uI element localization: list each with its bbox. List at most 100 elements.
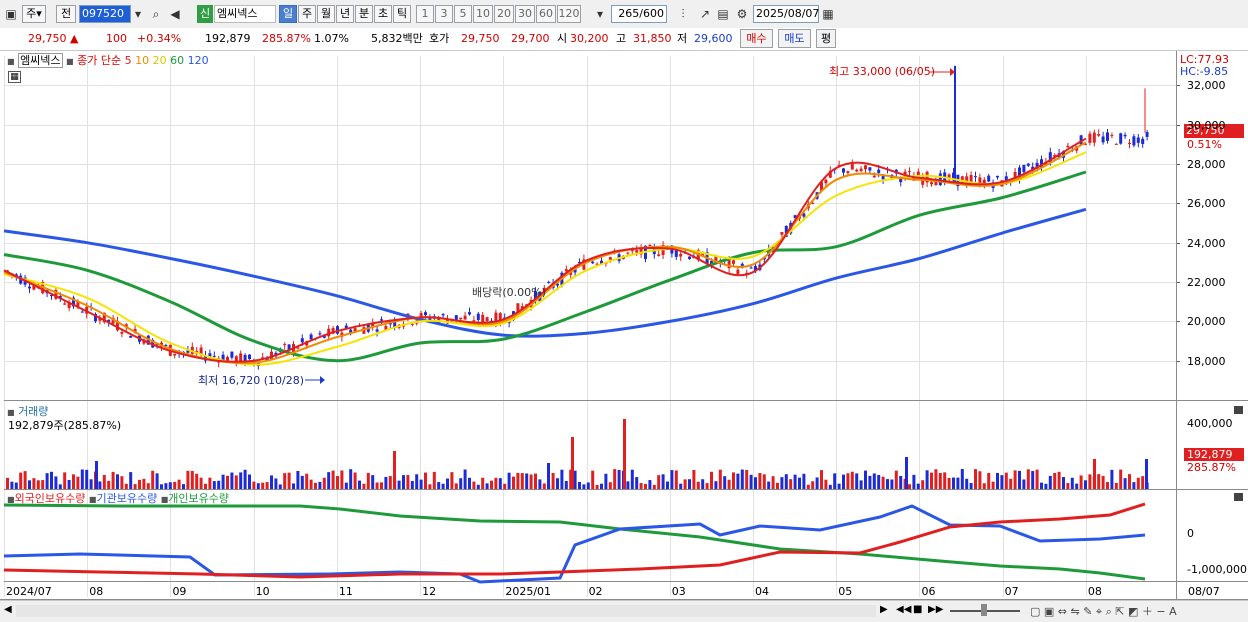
window-menu-icon[interactable]: ▣ xyxy=(2,5,20,23)
volume-bar xyxy=(899,476,903,489)
volume-bar xyxy=(116,474,119,489)
volume-bar xyxy=(124,483,128,489)
search-icon[interactable]: ⌕ xyxy=(147,5,165,23)
stop-icon[interactable]: ■ xyxy=(913,604,922,615)
interval-button-20[interactable]: 20 xyxy=(494,5,514,23)
volume-bar xyxy=(67,479,71,489)
fast-forward-icon[interactable]: ▶▶ xyxy=(928,604,943,615)
data-table-icon[interactable]: ▦ xyxy=(8,71,21,83)
interval-button-3[interactable]: 3 xyxy=(435,5,453,23)
period-tab-0[interactable]: 일 xyxy=(279,5,297,23)
candle-body xyxy=(129,335,133,338)
volume-bar xyxy=(50,471,53,489)
ma120-label: 120 xyxy=(187,54,209,67)
volume-bar xyxy=(173,481,177,489)
speaker-icon[interactable]: ◀ xyxy=(166,5,184,23)
volume-bar xyxy=(784,474,788,489)
volume-bar xyxy=(1031,471,1035,489)
volume-bar xyxy=(1062,477,1065,489)
volume-bar xyxy=(666,481,669,489)
interval-button-120[interactable]: 120 xyxy=(557,5,581,23)
interval-button-5[interactable]: 5 xyxy=(454,5,472,23)
period-tab-6[interactable]: 틱 xyxy=(393,5,411,23)
volume-bar xyxy=(80,469,84,489)
volume-bar xyxy=(292,483,295,489)
bottom-tools-icons[interactable]: ▢ ▣ ⇔ ⇋ ✎ ⌖ ⌕ ⇱ ◩ ＋ − A xyxy=(1030,603,1177,619)
candle-body xyxy=(824,179,828,184)
volume-bar xyxy=(573,470,577,489)
draw-tool-icon[interactable]: ↗ xyxy=(696,5,714,23)
scroll-right-icon[interactable]: ▶ xyxy=(880,604,888,615)
stock-name-tag[interactable]: 엠씨넥스 xyxy=(18,53,63,68)
volume-panel-value: 192,879주(285.87%) xyxy=(8,419,122,432)
period-tab-2[interactable]: 월 xyxy=(317,5,335,23)
stock-name-field[interactable]: 엠씨넥스 xyxy=(214,5,276,23)
volume-bar xyxy=(630,469,634,489)
volume-bar xyxy=(890,479,894,489)
volume-bar xyxy=(204,483,207,489)
volume-bar xyxy=(1132,482,1136,489)
sell-button[interactable]: 매도 xyxy=(778,29,811,48)
interval-button-60[interactable]: 60 xyxy=(536,5,556,23)
market-select[interactable]: 주▾ xyxy=(22,5,46,23)
scroll-left-icon[interactable]: ◀ xyxy=(4,604,12,615)
save-icon[interactable]: ▤ xyxy=(714,5,732,23)
stock-chart[interactable] xyxy=(0,51,1248,600)
candle-body xyxy=(626,252,630,254)
volume-bar xyxy=(855,473,859,489)
volume-bar xyxy=(771,476,775,489)
prev-stock-button[interactable]: 전 xyxy=(56,5,76,23)
volume-bar xyxy=(138,479,141,489)
period-tab-1[interactable]: 주 xyxy=(298,5,316,23)
volume-bar xyxy=(63,472,67,489)
interval-button-30[interactable]: 30 xyxy=(515,5,535,23)
volume-bar xyxy=(1048,475,1052,489)
candle-body xyxy=(657,254,661,256)
panel-close-icon[interactable] xyxy=(1234,493,1243,501)
volume-bar xyxy=(538,479,542,489)
volume-bar xyxy=(1079,475,1083,489)
volume-bar xyxy=(72,474,75,489)
ma20-label: 20 xyxy=(152,54,167,67)
volume-bar xyxy=(828,484,832,489)
volume-bar xyxy=(485,483,489,489)
calendar-icon[interactable]: ▦ xyxy=(819,5,837,23)
volume-bar xyxy=(503,483,507,489)
main-toolbar: ▣ 주▾ 전 097520 ▾ ⌕ ◀ 신 엠씨넥스 일주월년분초틱 1 3 5 10… xyxy=(0,0,1248,29)
volume-bar xyxy=(776,482,779,489)
buy-button[interactable]: 매수 xyxy=(740,29,773,48)
volume-bar xyxy=(437,482,441,489)
volume-bar xyxy=(617,469,621,489)
data-count-field[interactable]: 265/600 xyxy=(611,5,667,23)
scroll-track[interactable] xyxy=(16,605,876,617)
rewind-icon[interactable]: ◀◀ xyxy=(896,604,911,615)
zoom-slider-handle[interactable] xyxy=(981,604,987,616)
period-tab-3[interactable]: 년 xyxy=(336,5,354,23)
stock-code-input[interactable]: 097520 xyxy=(79,5,131,23)
period-tab-5[interactable]: 초 xyxy=(374,5,392,23)
volume-bar xyxy=(732,472,735,489)
volume-bar-spike xyxy=(1145,459,1148,489)
volume-bar xyxy=(366,472,370,489)
panel-close-icon[interactable] xyxy=(1234,406,1243,414)
interval-button-10[interactable]: 10 xyxy=(473,5,493,23)
interval-button-1[interactable]: 1 xyxy=(416,5,434,23)
date-input[interactable]: 2025/08/07 xyxy=(753,5,819,23)
hoga-label: 호가 xyxy=(429,32,450,45)
interval-dropdown-icon[interactable]: ▾ xyxy=(592,5,608,23)
candle-body xyxy=(859,168,863,172)
gear-icon[interactable]: ⚙ xyxy=(733,5,751,23)
code-dropdown-icon[interactable]: ▾ xyxy=(131,5,145,23)
candle-body xyxy=(908,171,911,173)
volume-bar xyxy=(925,470,929,489)
volume-bar xyxy=(960,469,964,489)
individual-legend: 개인보유수량 xyxy=(168,492,229,505)
volume-bar xyxy=(767,481,771,489)
candle-type-icon[interactable]: ⫶ xyxy=(674,5,692,23)
average-button[interactable]: 평 xyxy=(816,29,836,48)
volume-bar xyxy=(10,481,14,489)
volume-bar xyxy=(19,472,23,489)
volume-tag: 192,879 xyxy=(1184,448,1244,461)
period-tab-4[interactable]: 분 xyxy=(355,5,373,23)
volume-bar xyxy=(14,482,18,489)
